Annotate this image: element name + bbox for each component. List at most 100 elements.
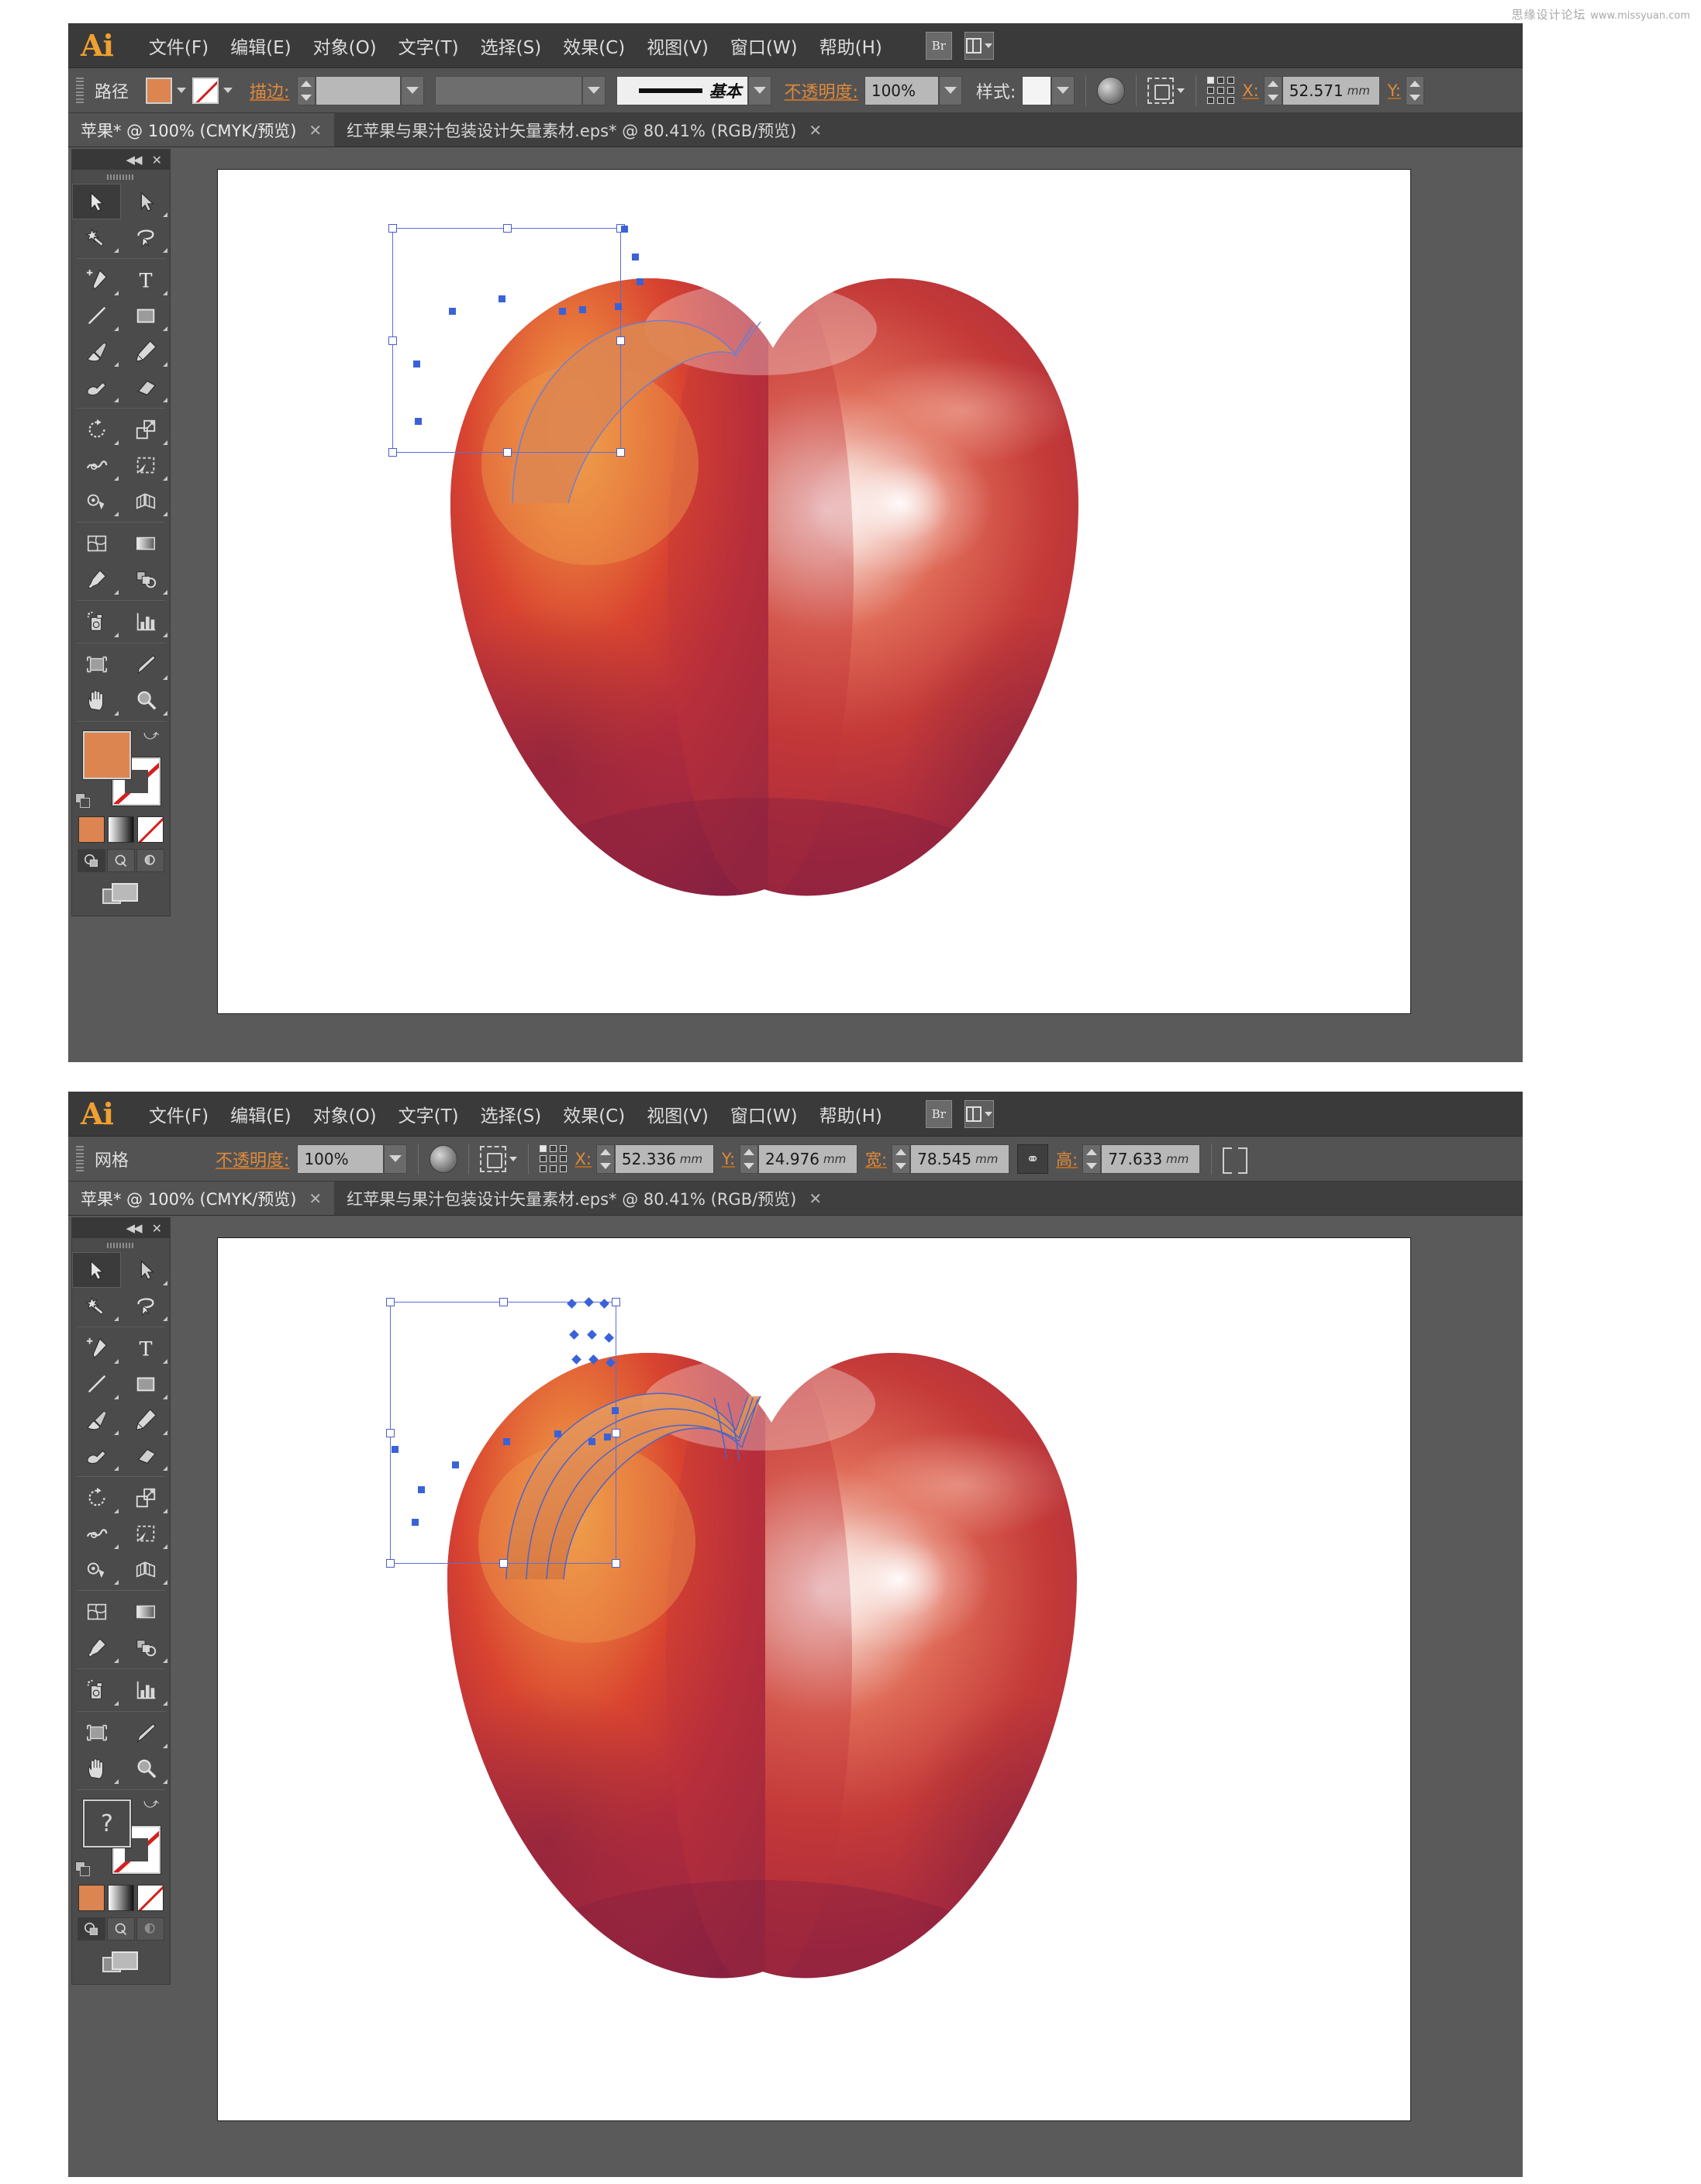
draw-behind-button[interactable]	[107, 849, 135, 872]
handle-bottom-center[interactable]	[499, 1559, 508, 1568]
free-transform-tool[interactable]	[121, 1516, 170, 1551]
stroke-weight-stepper[interactable]	[297, 75, 316, 105]
perspective-grid-tool[interactable]	[121, 483, 170, 519]
mesh-anchor-point[interactable]	[503, 1438, 510, 1445]
handle-top-center[interactable]	[503, 224, 512, 233]
control-bar-gripper[interactable]	[76, 77, 84, 104]
rectangle-tool[interactable]	[121, 298, 170, 333]
blob-brush-tool[interactable]	[72, 369, 121, 405]
none-mode-button[interactable]	[137, 816, 164, 843]
stroke-chevron-down-icon[interactable]	[223, 88, 233, 93]
scale-tool[interactable]	[121, 1480, 170, 1516]
gradient-tool[interactable]	[121, 1594, 170, 1630]
line-segment-tool[interactable]	[72, 1366, 121, 1402]
selection-tool[interactable]	[72, 184, 121, 219]
free-transform-tool[interactable]	[121, 447, 170, 483]
brush-definition-input[interactable]	[435, 75, 583, 105]
envelope-distort-icon[interactable]	[1223, 1147, 1248, 1174]
screen-mode-icon[interactable]	[100, 880, 142, 908]
mesh-anchor-point[interactable]	[452, 1461, 459, 1468]
tools-panel-gripper[interactable]	[72, 1238, 170, 1252]
transform-panel-icon[interactable]	[1147, 77, 1175, 104]
draw-inside-button[interactable]	[136, 1917, 164, 1941]
fill-chevron-down-icon[interactable]	[177, 88, 187, 93]
path-anchor-point[interactable]	[413, 361, 420, 367]
close-icon[interactable]: ✕	[309, 121, 322, 140]
paintbrush-tool[interactable]	[72, 333, 121, 369]
artboard-tool[interactable]	[72, 1715, 121, 1751]
close-icon[interactable]: ✕	[309, 1189, 322, 1208]
slice-tool[interactable]	[121, 647, 170, 682]
eraser-tool[interactable]	[121, 1437, 170, 1473]
menu-view[interactable]: 视图(V)	[636, 28, 719, 64]
menu-file[interactable]: 文件(F)	[138, 28, 219, 64]
mesh-tool[interactable]	[72, 526, 121, 561]
gradient-mode-button[interactable]	[108, 816, 134, 843]
fill-swatch-large[interactable]: ?	[83, 1799, 131, 1848]
pencil-tool[interactable]	[121, 1402, 170, 1437]
transform-chevron-down-icon[interactable]	[509, 1156, 518, 1161]
path-anchor-point[interactable]	[559, 308, 566, 315]
menu-effect[interactable]: 效果(C)	[552, 1096, 636, 1132]
width-tool[interactable]	[72, 447, 121, 483]
collapse-panel-icon[interactable]: ◀◀	[126, 1221, 143, 1235]
default-fill-stroke-icon[interactable]	[75, 1861, 92, 1879]
close-icon[interactable]: ✕	[809, 121, 822, 140]
mesh-anchor-point[interactable]	[412, 1519, 419, 1526]
menu-select[interactable]: 选择(S)	[470, 1096, 553, 1132]
handle-bottom-right[interactable]	[616, 448, 625, 457]
menu-edit[interactable]: 编辑(E)	[219, 28, 302, 64]
path-anchor-point[interactable]	[621, 226, 628, 233]
graphic-style-dropdown[interactable]	[1051, 75, 1075, 105]
y-coordinate-stepper[interactable]	[1405, 75, 1424, 105]
draw-inside-button[interactable]	[136, 849, 164, 872]
lasso-tool[interactable]	[121, 1288, 170, 1323]
x-coordinate-stepper[interactable]	[1263, 75, 1282, 105]
opacity-input[interactable]: 100%	[297, 1144, 385, 1174]
default-fill-stroke-icon[interactable]	[75, 793, 92, 810]
hand-tool[interactable]	[72, 1751, 121, 1786]
magic-wand-tool[interactable]	[72, 1288, 121, 1323]
opacity-mask-icon[interactable]	[1097, 76, 1126, 105]
direct-selection-tool[interactable]	[121, 1252, 170, 1288]
mesh-anchor-point[interactable]	[604, 1434, 611, 1440]
draw-behind-button[interactable]	[107, 1917, 135, 1941]
paintbrush-tool[interactable]	[72, 1402, 121, 1437]
bridge-button[interactable]: Br	[925, 31, 952, 60]
blend-tool[interactable]	[121, 561, 170, 597]
mesh-anchor-point[interactable]	[588, 1438, 595, 1445]
zoom-tool[interactable]	[121, 1751, 170, 1786]
stroke-weight-dropdown[interactable]	[401, 75, 425, 105]
x-coordinate-input[interactable]: 52.336 mm	[614, 1144, 714, 1174]
path-anchor-point[interactable]	[579, 306, 586, 313]
none-mode-button[interactable]	[137, 1885, 164, 1911]
handle-top-left[interactable]	[388, 224, 397, 233]
menu-effect[interactable]: 效果(C)	[552, 28, 636, 64]
gradient-mode-button[interactable]	[108, 1885, 134, 1911]
draw-normal-button[interactable]	[78, 1917, 105, 1941]
stroke-profile-select[interactable]: 基本	[616, 75, 749, 105]
path-anchor-point[interactable]	[637, 278, 643, 285]
handle-bottom-left[interactable]	[388, 448, 397, 457]
opacity-dropdown[interactable]	[938, 75, 962, 105]
path-anchor-point[interactable]	[615, 303, 622, 310]
mesh-tool[interactable]	[72, 1594, 121, 1630]
swap-fill-stroke-icon[interactable]: ⤻	[143, 1796, 160, 1813]
document-tab-apple[interactable]: 苹果* @ 100% (CMYK/预览) ✕	[68, 113, 335, 147]
handle-middle-left[interactable]	[386, 1429, 395, 1437]
shape-builder-tool[interactable]	[72, 483, 121, 519]
control-bar-gripper[interactable]	[76, 1145, 84, 1172]
artboard-top[interactable]	[217, 169, 1411, 1014]
arrange-documents-button[interactable]	[964, 31, 994, 60]
draw-normal-button[interactable]	[78, 849, 105, 872]
arrange-documents-button[interactable]	[964, 1099, 994, 1128]
pen-tool[interactable]	[72, 1330, 121, 1366]
fill-color-swatch[interactable]	[146, 77, 173, 104]
eraser-tool[interactable]	[121, 369, 170, 405]
column-graph-tool[interactable]	[121, 604, 170, 640]
menu-file[interactable]: 文件(F)	[138, 1096, 219, 1132]
height-stepper[interactable]	[1082, 1144, 1102, 1174]
blend-tool[interactable]	[121, 1630, 170, 1665]
handle-bottom-left[interactable]	[386, 1559, 395, 1568]
transform-chevron-down-icon[interactable]	[1177, 88, 1185, 93]
